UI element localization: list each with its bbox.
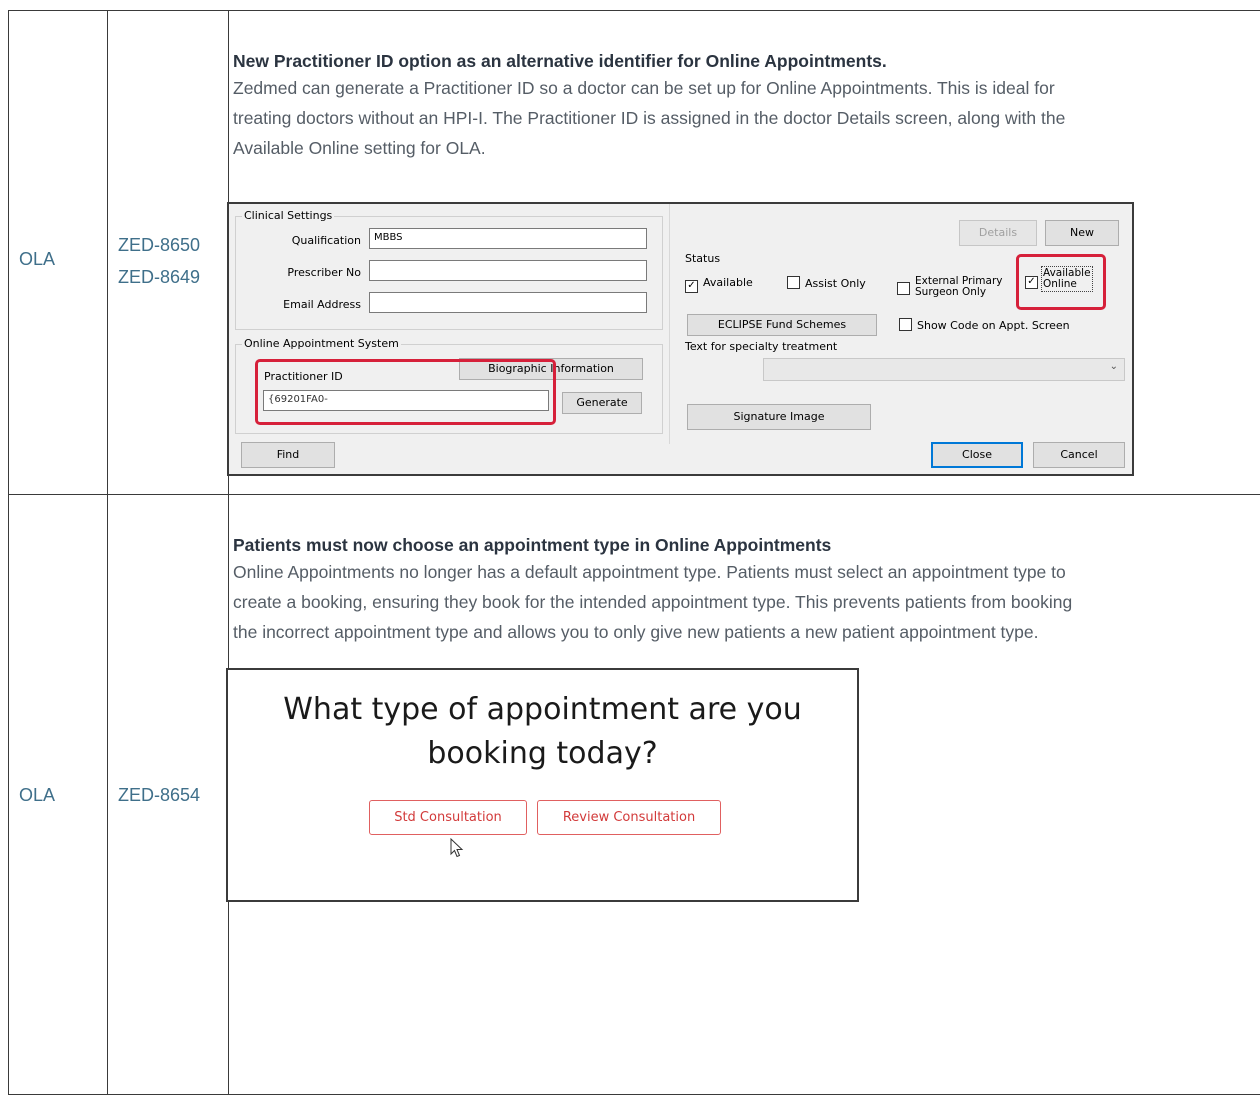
question-line: What type of appointment are you <box>283 692 801 727</box>
review-consultation-button[interactable]: Review Consultation <box>537 800 721 835</box>
cancel-button[interactable]: Cancel <box>1033 442 1125 468</box>
checkbox-label: Available <box>703 276 753 289</box>
checkbox-label: Show Code on Appt. Screen <box>917 319 1070 332</box>
category-cell: OLA <box>9 495 108 1095</box>
qualification-label: Qualification <box>269 234 361 247</box>
status-label: Status <box>685 252 720 265</box>
ticket-cell: ZED-8650 ZED-8649 <box>108 11 229 495</box>
email-field[interactable] <box>369 292 647 313</box>
release-notes-table: OLA ZED-8650 ZED-8649 New Practitioner I… <box>8 10 1260 1095</box>
feature-title: Patients must now choose an appointment … <box>233 533 1260 557</box>
ticket-cell: ZED-8654 <box>108 495 229 1095</box>
ticket-id: ZED-8649 <box>118 267 200 288</box>
ticket-id: ZED-8654 <box>118 785 200 806</box>
question-line: booking today? <box>427 736 657 771</box>
feature-title: New Practitioner ID option as an alterna… <box>233 49 1260 73</box>
booking-type-screenshot: What type of appointment are you booking… <box>226 668 859 902</box>
ticket-id: ZED-8650 <box>118 235 200 256</box>
category-label: OLA <box>19 249 55 270</box>
specialty-select[interactable]: ⌄ <box>763 358 1125 381</box>
qualification-field[interactable]: MBBS <box>369 228 647 249</box>
feature-desc-line: Zedmed can generate a Practitioner ID so… <box>233 73 1260 103</box>
group-title: Online Appointment System <box>242 337 401 350</box>
booking-question: What type of appointment are you booking… <box>228 688 857 776</box>
prescriber-label: Prescriber No <box>269 266 361 279</box>
separator <box>669 204 670 444</box>
available-checkbox[interactable]: ✓Available <box>685 276 753 293</box>
specialty-label: Text for specialty treatment <box>685 340 837 353</box>
find-button[interactable]: Find <box>241 442 335 468</box>
signature-image-button[interactable]: Signature Image <box>687 404 871 430</box>
feature-desc-line: treating doctors without an HPI-I. The P… <box>233 103 1260 133</box>
close-button[interactable]: Close <box>931 442 1023 468</box>
details-button[interactable]: Details <box>959 220 1037 246</box>
std-consultation-button[interactable]: Std Consultation <box>369 800 527 835</box>
eclipse-fund-schemes-button[interactable]: ECLIPSE Fund Schemes <box>687 314 877 336</box>
checkbox-label: Surgeon Only <box>915 286 986 298</box>
group-title: Clinical Settings <box>242 209 334 222</box>
chevron-down-icon: ⌄ <box>1110 361 1118 372</box>
feature-desc-line: create a booking, ensuring they book for… <box>233 587 1260 617</box>
new-button[interactable]: New <box>1045 220 1119 246</box>
highlight-box <box>255 359 556 425</box>
generate-button[interactable]: Generate <box>562 392 642 414</box>
doctor-details-screenshot: Clinical Settings Qualification MBBS Pre… <box>227 202 1134 476</box>
assist-only-checkbox[interactable]: Assist Only <box>787 276 866 290</box>
highlight-box <box>1016 254 1106 310</box>
feature-desc-line: Available Online setting for OLA. <box>233 133 1260 163</box>
show-code-checkbox[interactable]: Show Code on Appt. Screen <box>899 318 1070 332</box>
email-label: Email Address <box>269 298 361 311</box>
mouse-cursor-icon <box>450 838 464 858</box>
checkbox-label: Assist Only <box>805 277 866 290</box>
feature-desc-line: the incorrect appointment type and allow… <box>233 617 1260 647</box>
feature-desc-line: Online Appointments no longer has a defa… <box>233 557 1260 587</box>
prescriber-field[interactable] <box>369 260 647 281</box>
category-cell: OLA <box>9 11 108 495</box>
category-label: OLA <box>19 785 55 806</box>
external-primary-checkbox[interactable]: External PrimarySurgeon Only <box>897 276 1002 298</box>
